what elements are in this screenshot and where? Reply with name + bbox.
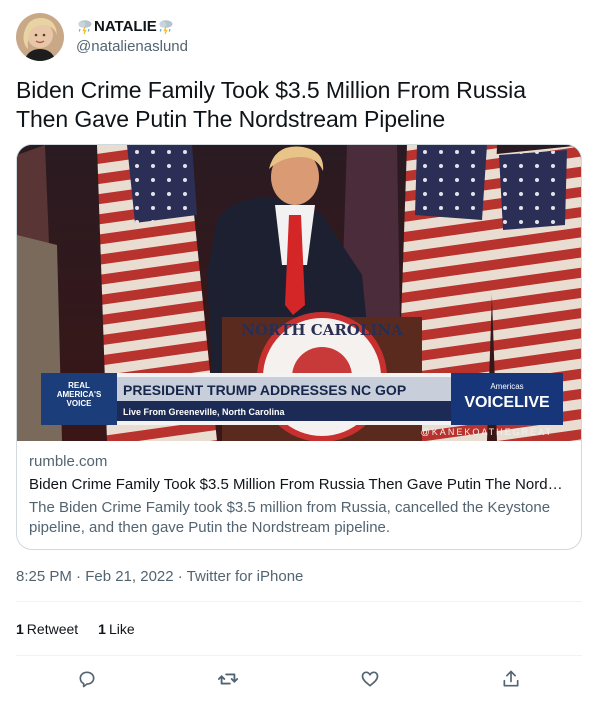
share-icon xyxy=(503,670,519,687)
card-domain: rumble.com xyxy=(29,453,108,470)
tweet-timestamp[interactable]: 8:25 PM · Feb 21, 2022 · Twitter for iPh… xyxy=(16,567,303,587)
chyron-subline: Live From Greeneville, North Carolina xyxy=(123,407,286,417)
reply-icon xyxy=(79,671,95,688)
card-image[interactable]: NORTH CAROLINA REAL AMERICA'S VOICE PRES… xyxy=(17,145,581,441)
network-small: Americas xyxy=(490,382,523,391)
like-button[interactable] xyxy=(358,667,382,691)
retweets-count: 1 xyxy=(16,621,24,637)
card-title: Biden Crime Family Took $3.5 Million Fro… xyxy=(29,476,569,493)
retweets-stat[interactable]: 1 Retweet xyxy=(16,619,78,639)
user-handle[interactable]: @natalienaslund xyxy=(76,37,188,57)
engagement-stats: 1 Retweet 1 Like xyxy=(16,619,155,639)
retweet-button[interactable] xyxy=(216,667,240,691)
divider xyxy=(16,601,582,602)
tweet-header: NATALIE @natalienaslund xyxy=(16,12,188,62)
avatar[interactable] xyxy=(16,13,64,61)
chyron-logo-line-1: REAL xyxy=(68,381,90,390)
card-description: The Biden Crime Family took $3.5 million… xyxy=(29,499,551,536)
display-name[interactable]: NATALIE xyxy=(94,17,157,37)
chyron-logo-line-3: VOICE xyxy=(67,399,93,408)
chyron-headline: PRESIDENT TRUMP ADDRESSES NC GOP xyxy=(123,382,406,398)
tweet-text: Biden Crime Family Took $3.5 Million Fro… xyxy=(16,77,526,132)
tweet-actions xyxy=(16,667,582,691)
chyron-logo-line-2: AMERICA'S xyxy=(57,390,102,399)
cloud-with-lightning-and-rain-icon xyxy=(157,18,175,36)
divider xyxy=(16,655,582,656)
watermark: @KANEKOATHEGREAT xyxy=(421,427,553,437)
card-meta[interactable]: rumble.com Biden Crime Family Took $3.5 … xyxy=(17,441,581,538)
likes-stat[interactable]: 1 Like xyxy=(98,619,134,639)
display-name-row[interactable]: NATALIE xyxy=(76,17,188,37)
network-big: VOICELIVE xyxy=(464,394,550,411)
retweets-label: Retweet xyxy=(26,621,79,637)
likes-count: 1 xyxy=(98,621,106,637)
link-card[interactable]: NORTH CAROLINA REAL AMERICA'S VOICE PRES… xyxy=(16,144,582,550)
podium-text: NORTH CAROLINA xyxy=(241,321,403,339)
reply-button[interactable] xyxy=(75,667,99,691)
retweet-icon xyxy=(218,673,239,685)
share-button[interactable] xyxy=(499,667,523,691)
user-names: NATALIE @natalienaslund xyxy=(76,17,188,57)
like-icon xyxy=(361,671,379,687)
likes-label: Like xyxy=(108,621,135,637)
cloud-with-lightning-and-rain-icon xyxy=(76,18,94,36)
